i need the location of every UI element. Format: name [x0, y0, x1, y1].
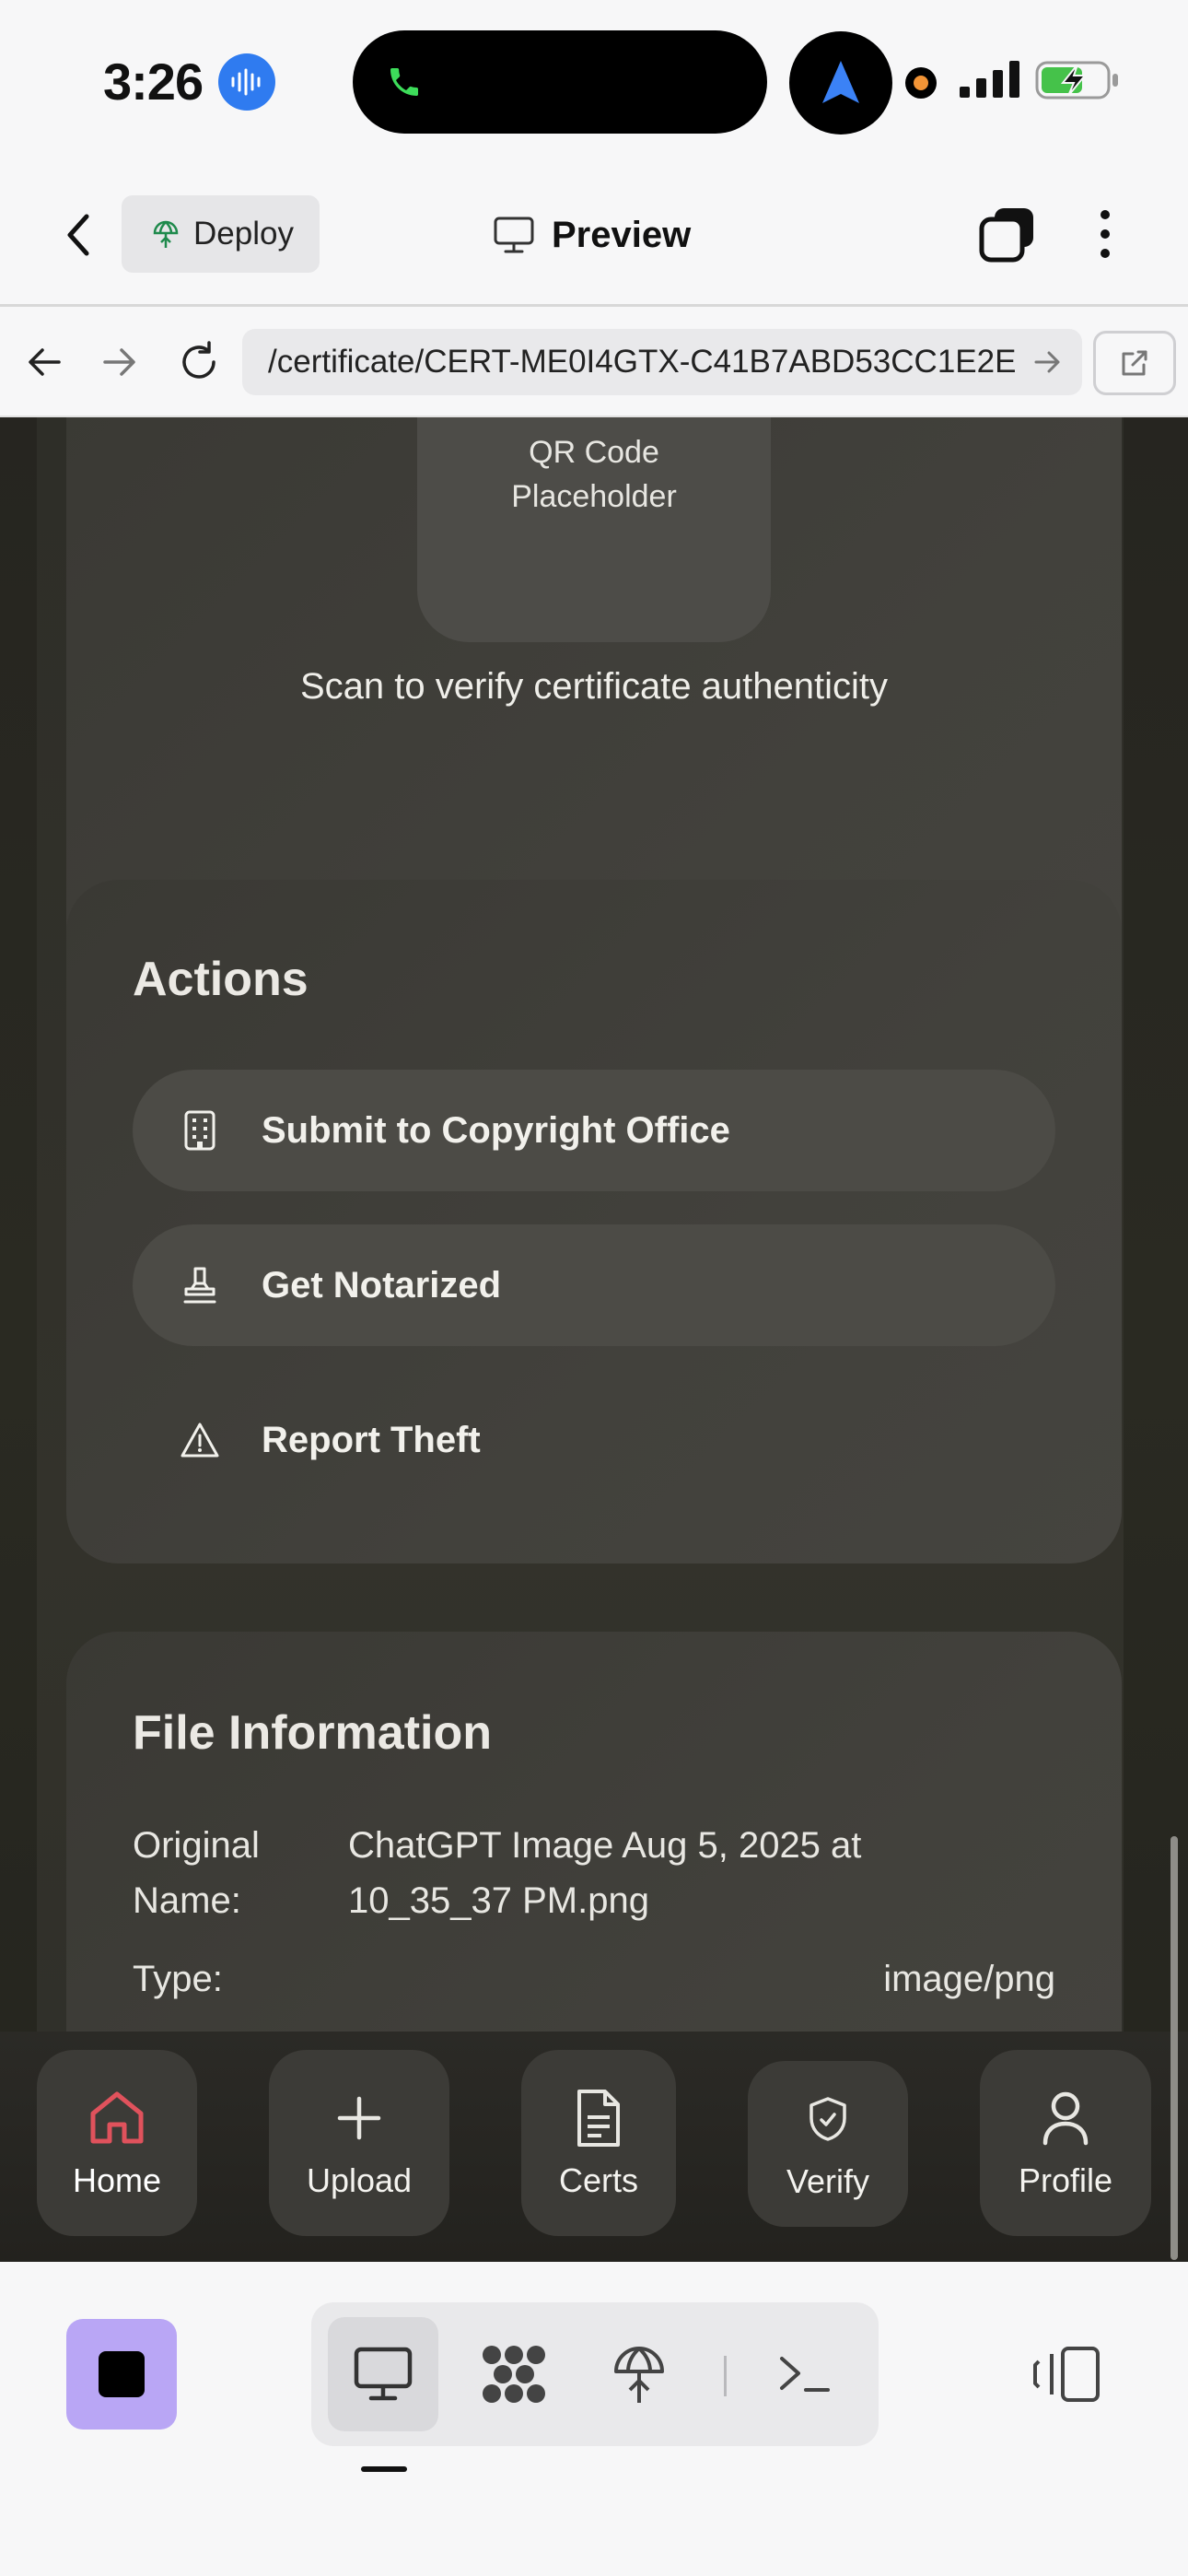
terminal-icon [780, 2357, 830, 2392]
status-time: 3:26 [103, 53, 204, 111]
qr-placeholder-line1: QR Code [529, 435, 659, 470]
preview-mode-button[interactable] [328, 2317, 438, 2431]
submit-copyright-label: Submit to Copyright Office [262, 1109, 730, 1151]
tab-home-label: Home [72, 2161, 162, 2199]
stop-button[interactable] [66, 2319, 177, 2430]
dynamic-island [353, 30, 767, 134]
view-mode-switcher [311, 2302, 879, 2446]
navigation-arrow-icon [789, 31, 892, 135]
tab-certs[interactable]: Certs [521, 2050, 676, 2236]
stamp-icon [179, 1264, 221, 1306]
tabs-switcher-icon[interactable] [978, 205, 1037, 263]
deploy-button[interactable]: Deploy [122, 195, 320, 273]
type-key: Type: [133, 1959, 223, 1999]
url-input[interactable]: /certificate/CERT-ME0I4GTX-C41B7ABD53CC1… [242, 329, 1082, 395]
app-tab-bar: Home Upload Certs Verify Profile [0, 2032, 1188, 2262]
tab-verify-label: Verify [786, 2162, 870, 2200]
cellular-signal-icon [960, 61, 1019, 98]
monitor-icon [494, 217, 534, 253]
actions-card: Actions Submit to Copyright Office Get N… [66, 880, 1122, 1563]
deploy-globe-icon [614, 2347, 664, 2403]
original-name-row: Original Name: ChatGPT Image Aug 5, 2025… [133, 1818, 1055, 1928]
console-mode-button[interactable] [750, 2317, 860, 2431]
bottom-toolbar [0, 2262, 1188, 2576]
plus-icon [327, 2086, 391, 2150]
qr-code-placeholder: QR Code Placeholder [417, 417, 771, 642]
tab-verify[interactable]: Verify [748, 2061, 908, 2227]
shield-icon [796, 2087, 860, 2151]
file-info-title: File Information [133, 1706, 492, 1760]
reload-icon[interactable] [173, 336, 225, 388]
qr-placeholder-line2: Placeholder [511, 479, 677, 514]
preview-tab[interactable]: Preview [493, 207, 691, 263]
get-notarized-label: Get Notarized [262, 1264, 502, 1306]
submit-copyright-button[interactable]: Submit to Copyright Office [133, 1070, 1055, 1191]
status-bar: 3:26 [0, 0, 1188, 161]
url-text: /certificate/CERT-ME0I4GTX-C41B7ABD53CC1… [268, 344, 1017, 380]
document-icon [566, 2086, 631, 2150]
stop-square-icon [99, 2351, 145, 2397]
app-header: Deploy Preview [0, 161, 1188, 307]
network-grid-icon [483, 2346, 545, 2403]
active-mode-indicator [361, 2466, 407, 2472]
open-external-icon[interactable] [1093, 331, 1176, 395]
preview-label: Preview [552, 214, 692, 255]
actions-title: Actions [133, 953, 309, 1006]
deploy-mode-button[interactable] [584, 2317, 694, 2431]
building-icon [179, 1109, 221, 1152]
more-options-icon[interactable] [1087, 205, 1124, 263]
tab-profile[interactable]: Profile [980, 2050, 1151, 2236]
monitor-icon [354, 2347, 413, 2401]
original-name-key: Original Name: [133, 1825, 260, 1921]
type-row: Type: image/png [133, 1951, 1055, 2007]
battery-charging-icon [1035, 61, 1118, 100]
canvas-mode-button[interactable] [459, 2317, 569, 2431]
deploy-globe-icon [153, 220, 179, 248]
deploy-label: Deploy [193, 216, 294, 252]
home-icon [85, 2086, 149, 2150]
report-theft-label: Report Theft [262, 1419, 481, 1460]
tab-upload[interactable]: Upload [269, 2050, 449, 2236]
preview-scrollbar[interactable] [1171, 1836, 1178, 2260]
tab-upload-label: Upload [306, 2161, 413, 2199]
phone-call-icon [390, 68, 418, 96]
report-theft-button[interactable]: Report Theft [133, 1379, 1055, 1501]
user-icon [1033, 2086, 1098, 2150]
browser-forward-icon[interactable] [94, 336, 146, 388]
get-notarized-button[interactable]: Get Notarized [133, 1224, 1055, 1346]
url-go-arrow-icon[interactable] [1032, 347, 1062, 377]
tab-profile-label: Profile [1018, 2161, 1113, 2199]
browser-url-bar: /certificate/CERT-ME0I4GTX-C41B7ABD53CC1… [0, 307, 1188, 417]
original-name-value: ChatGPT Image Aug 5, 2025 at 10_35_37 PM… [348, 1825, 862, 1921]
tab-home[interactable]: Home [37, 2050, 197, 2236]
type-value: image/png [883, 1959, 1055, 1999]
mic-indicator-dot [905, 67, 937, 99]
preview-viewport: QR Code Placeholder Scan to verify certi… [0, 417, 1188, 2262]
tab-certs-label: Certs [558, 2161, 638, 2199]
back-button[interactable] [55, 207, 101, 263]
browser-back-icon[interactable] [18, 336, 70, 388]
split-view-icon[interactable] [1031, 2345, 1101, 2404]
voice-waveform-icon [218, 53, 275, 111]
warning-icon [179, 1419, 221, 1461]
qr-caption: Scan to verify certificate authenticity [299, 666, 889, 707]
